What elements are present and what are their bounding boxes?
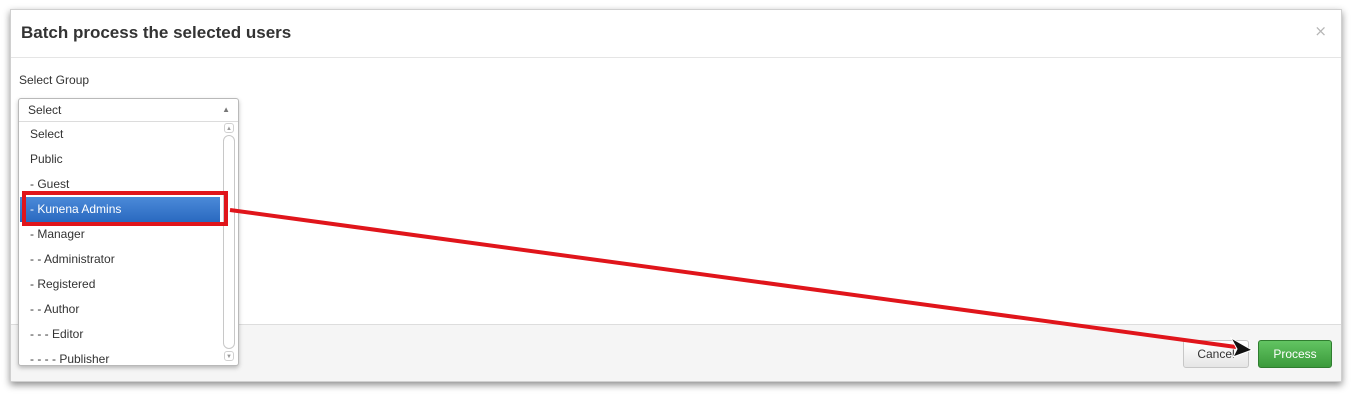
annotation-overlay xyxy=(229,208,1254,358)
annotation-arrow-line xyxy=(229,208,1237,349)
